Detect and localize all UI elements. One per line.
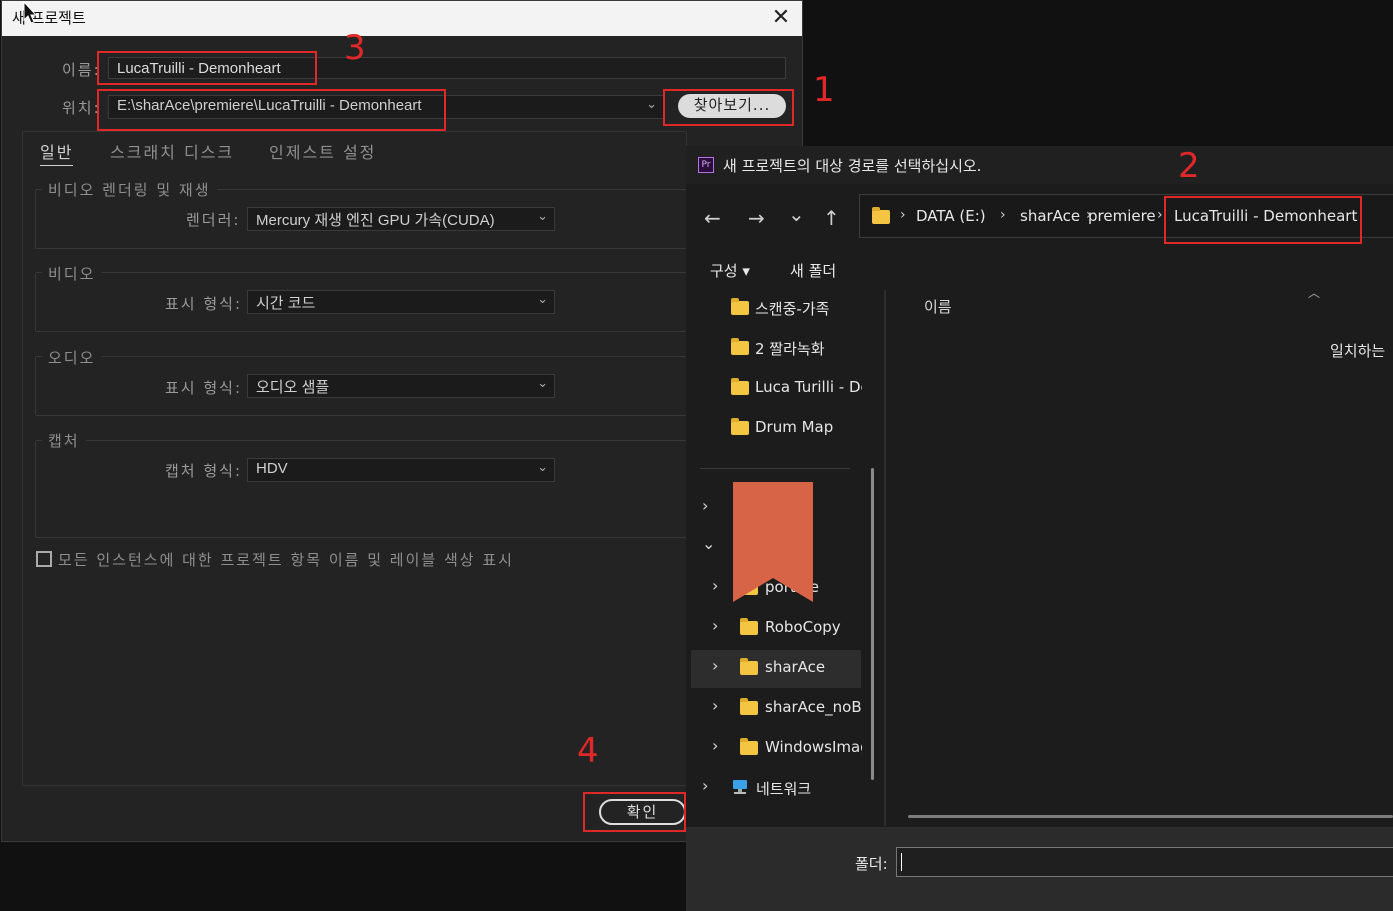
chevron-down-icon: ⌄: [646, 96, 657, 111]
breadcrumb-drive[interactable]: DATA (E:): [916, 207, 986, 225]
folder-icon: [731, 338, 749, 355]
tree-item-folder[interactable]: › RoboCopy: [712, 610, 862, 646]
chevron-right-icon: ›: [712, 576, 719, 595]
picker-title: 새 프로젝트의 대상 경로를 선택하십시오.: [723, 157, 982, 175]
organize-menu[interactable]: 구성 ▾: [710, 260, 750, 281]
folder-icon: [731, 378, 749, 395]
name-label: 이름:: [62, 61, 101, 79]
picker-footer: 폴더:: [686, 827, 1393, 911]
breadcrumb-sharace[interactable]: sharAce: [1020, 207, 1080, 225]
folder-input[interactable]: [896, 847, 1393, 877]
tab-panel: [22, 131, 687, 786]
dialog-titlebar: 새 프로젝트 ✕: [2, 1, 802, 36]
tree-item-folder[interactable]: › sharAce_noBa: [712, 690, 862, 726]
premiere-app-icon: Pr: [698, 157, 714, 173]
annotation-number-2: 2: [1178, 146, 1200, 186]
annotation-number-3: 3: [344, 28, 366, 68]
annotation-box-ok: [583, 792, 686, 832]
folder-icon: [740, 658, 758, 675]
breadcrumb-premiere[interactable]: premiere: [1088, 207, 1156, 225]
mouse-pointer-icon: [23, 1, 37, 24]
chevron-right-icon: ›: [900, 207, 906, 223]
horizontal-scrollbar[interactable]: [908, 815, 1393, 818]
folder-icon: [731, 418, 749, 435]
annotation-number-1: 1: [813, 70, 835, 110]
pane-divider[interactable]: [884, 290, 886, 826]
forward-arrow-icon[interactable]: →: [748, 206, 765, 230]
annotation-box-location: [97, 89, 446, 131]
new-folder-button[interactable]: 새 폴더: [790, 260, 836, 281]
location-label: 위치:: [62, 99, 101, 117]
back-arrow-icon[interactable]: ←: [704, 206, 721, 230]
sort-up-icon: ︿: [1308, 286, 1321, 300]
chevron-right-icon: ›: [1157, 207, 1163, 223]
quick-access-item[interactable]: 2 짤라녹화: [730, 330, 880, 366]
quick-access-item[interactable]: Drum Map: [730, 410, 880, 446]
quick-access-item[interactable]: 스캔중-가족: [730, 290, 880, 326]
nav-separator: [700, 468, 850, 469]
tree-item-folder[interactable]: › WindowsImag: [712, 730, 862, 766]
folder-icon: [740, 698, 758, 715]
network-icon: [733, 780, 747, 794]
tree-item-network[interactable]: › 네트워크: [702, 770, 862, 806]
annotation-number-4: 4: [577, 731, 599, 771]
annotation-box-name: [97, 51, 317, 85]
close-icon[interactable]: ✕: [766, 4, 796, 34]
chevron-right-icon: ›: [712, 696, 719, 715]
chevron-right-icon: ›: [702, 776, 709, 795]
chevron-right-icon: ›: [712, 736, 719, 755]
tree-item-folder-selected[interactable]: › sharAce: [712, 650, 862, 686]
chevron-right-icon: ›: [712, 656, 719, 675]
up-arrow-icon[interactable]: ↑: [823, 206, 840, 230]
chevron-down-icon: ⌄: [702, 534, 716, 553]
folder-label: 폴더:: [855, 855, 888, 873]
folder-icon: [740, 738, 758, 755]
folder-picker-dialog: Pr 새 프로젝트의 대상 경로를 선택하십시오. ← → ⌄ ↑ › DATA…: [686, 146, 1393, 911]
picker-titlebar: Pr 새 프로젝트의 대상 경로를 선택하십시오.: [686, 146, 1393, 184]
nav-scrollbar[interactable]: [871, 468, 874, 780]
empty-folder-message: 일치하는: [1330, 342, 1386, 360]
chevron-right-icon: ›: [1000, 207, 1006, 223]
folder-icon: [740, 618, 758, 635]
column-header-name[interactable]: 이름: [924, 296, 952, 317]
annotation-box-browse: [663, 89, 794, 126]
recent-locations-icon[interactable]: ⌄: [788, 202, 805, 226]
text-caret: [901, 853, 902, 871]
folder-icon: [731, 298, 749, 315]
folder-icon: [872, 207, 890, 224]
quick-access-item[interactable]: Luca Turilli - De: [730, 370, 862, 406]
annotation-box-breadcrumb: [1164, 196, 1362, 244]
chevron-right-icon: ›: [702, 496, 709, 515]
chevron-right-icon: ›: [712, 616, 719, 635]
